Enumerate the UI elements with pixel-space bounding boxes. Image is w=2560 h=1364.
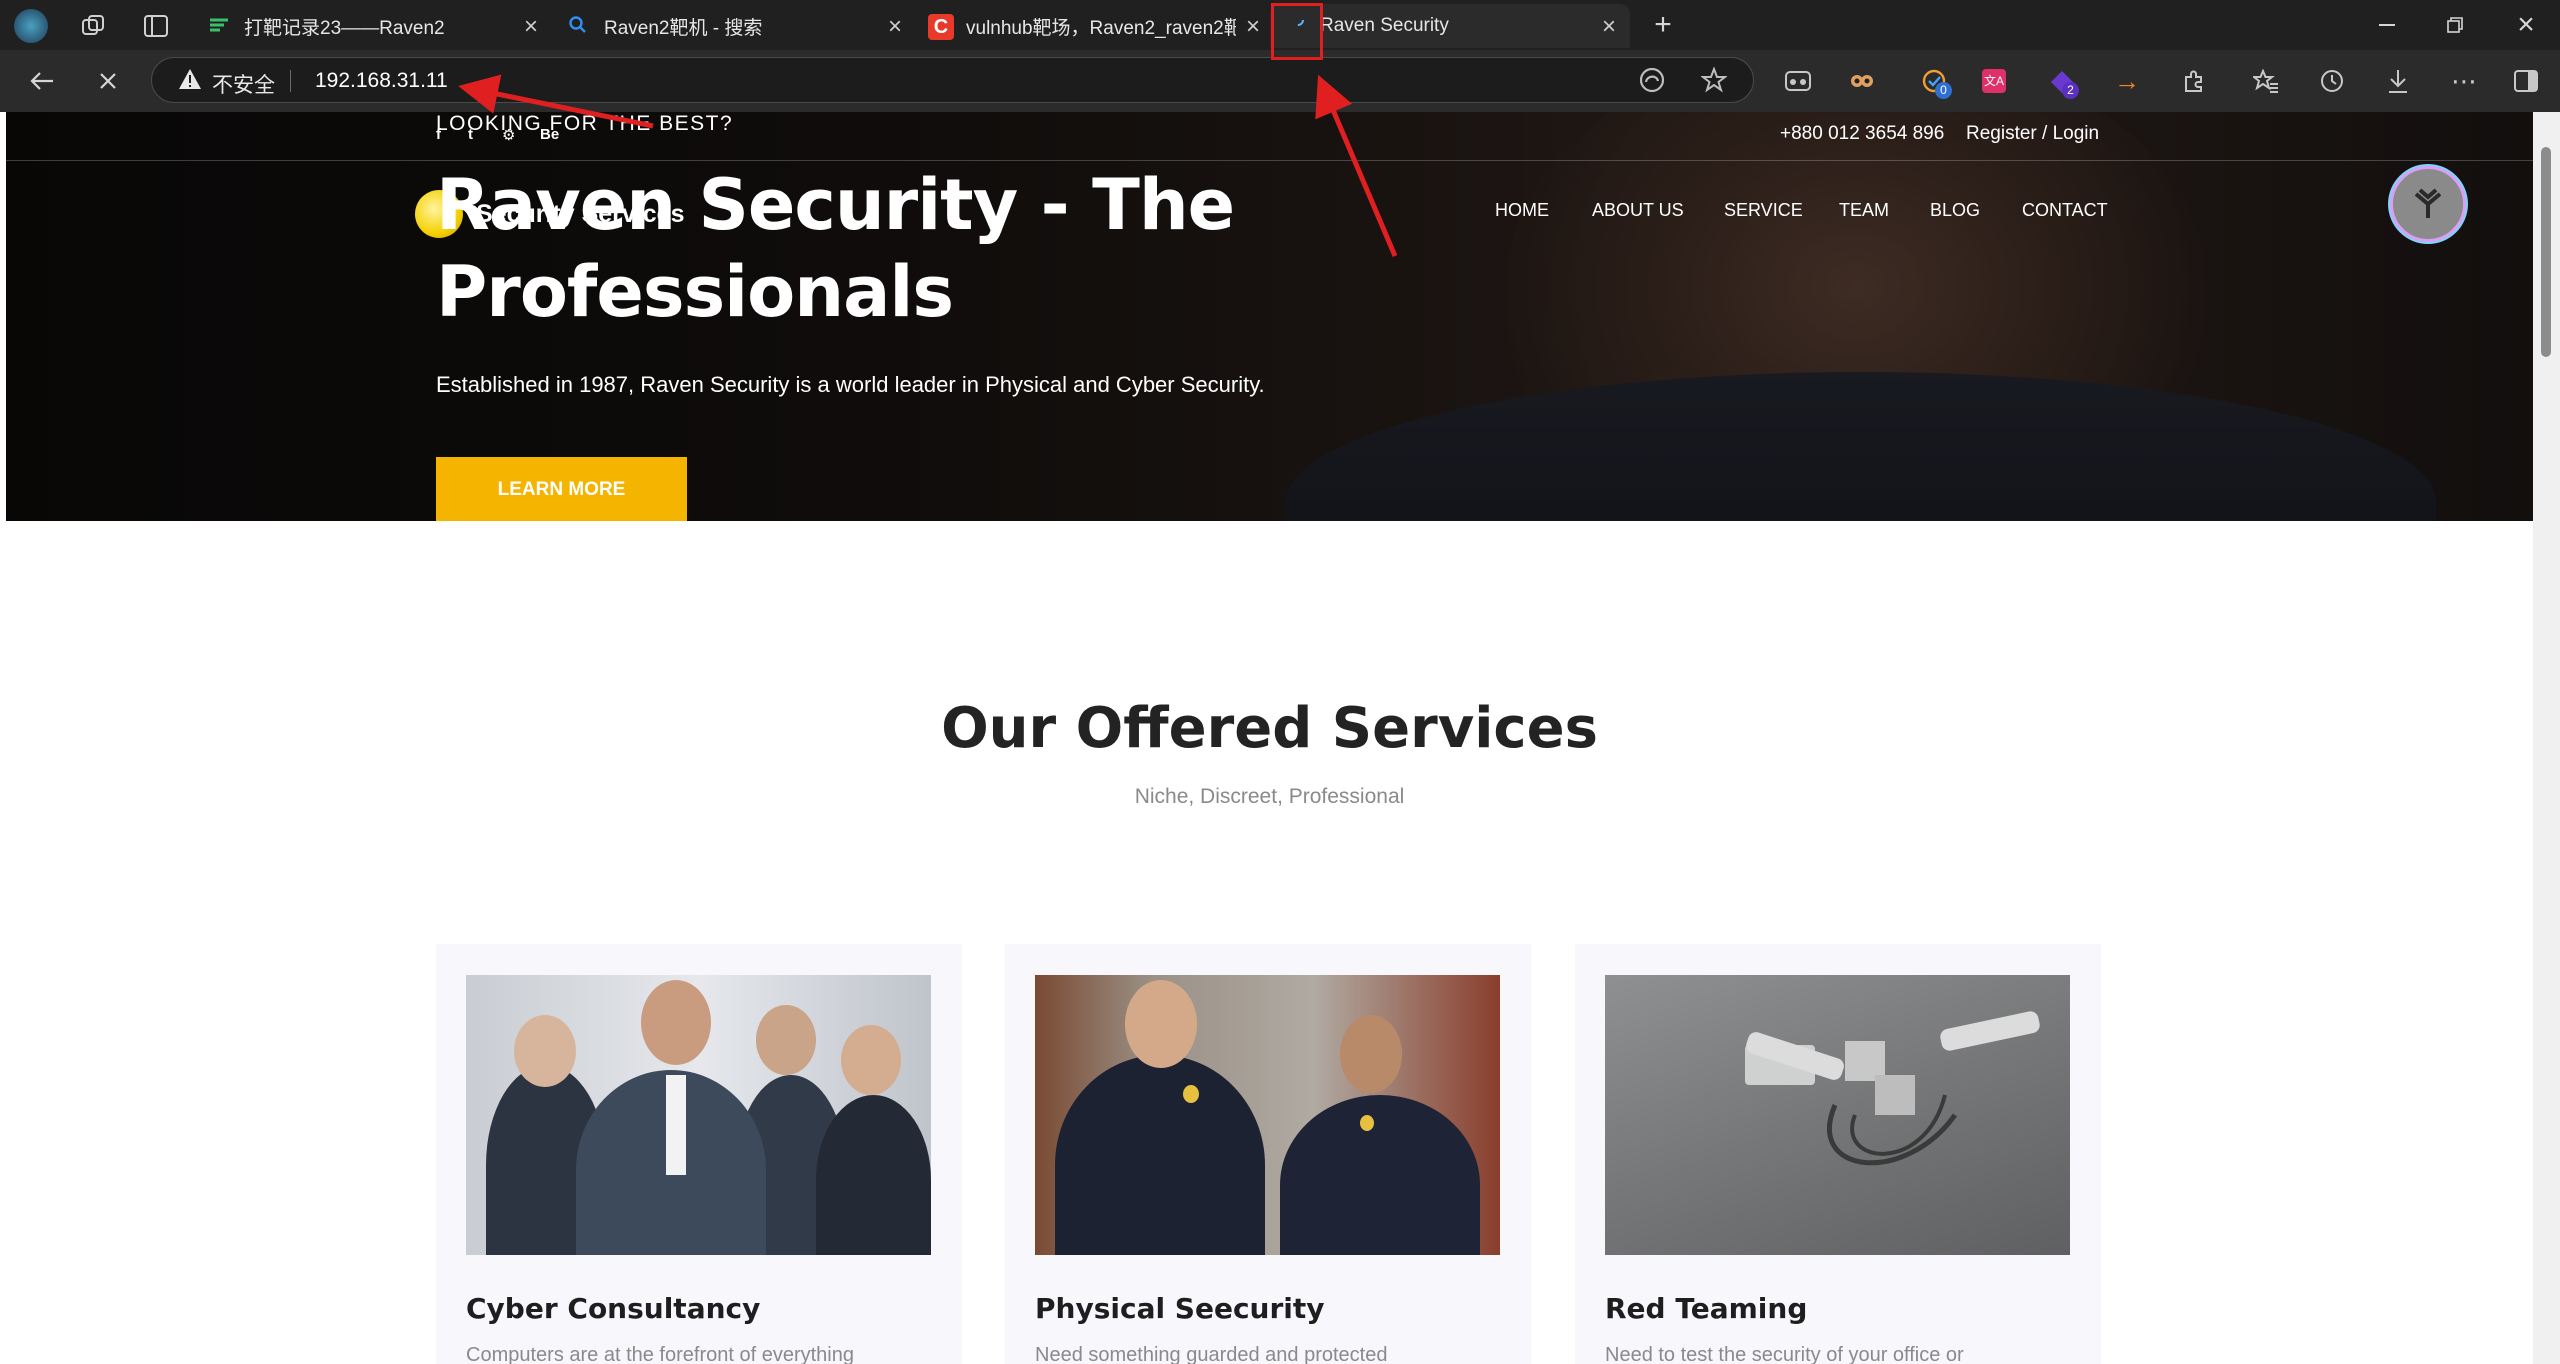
security-guards-photo (1035, 975, 1500, 1255)
search-favicon-icon (568, 15, 588, 41)
not-secure-label[interactable]: 不安全 (212, 69, 275, 99)
card-text: Computers are at the forefront of everyt… (466, 1344, 854, 1364)
cctv-cameras-photo (1605, 975, 2070, 1255)
tab-actions-icon[interactable] (141, 12, 171, 40)
facebook-icon[interactable]: f (436, 126, 441, 143)
close-tab-icon[interactable]: × (1602, 13, 1616, 41)
back-arrow-icon[interactable] (24, 63, 60, 99)
close-tab-icon[interactable]: × (524, 13, 538, 41)
behance-icon[interactable]: Be (540, 126, 559, 143)
extension-check-icon[interactable]: 0 (1917, 64, 1953, 100)
card-text: Need something guarded and protected (1035, 1344, 1388, 1364)
favorites-icon[interactable] (2251, 66, 2281, 96)
header-divider (6, 160, 2533, 161)
csdn-favicon-icon: C (928, 14, 954, 40)
extension-badge: 0 (1935, 82, 1952, 99)
reading-view-icon[interactable] (1783, 66, 1813, 96)
nav-contact[interactable]: CONTACT (2022, 200, 2108, 221)
card-text: Need to test the security of your office… (1605, 1344, 1964, 1364)
history-icon[interactable] (2317, 66, 2347, 96)
service-card[interactable]: Red Teaming Need to test the security of… (1575, 944, 2101, 1364)
nav-about-us[interactable]: ABOUT US (1592, 200, 1684, 221)
tab-raven2-search[interactable]: Raven2靶机 - 搜索 × (556, 4, 916, 48)
extension-badge: 2 (2062, 82, 2079, 99)
annotation-highlight-box (1271, 3, 1323, 60)
extension-gem-icon[interactable]: 2 (2044, 64, 2080, 100)
services-subtitle: Niche, Discreet, Professional (1134, 785, 1405, 808)
minimize-icon[interactable] (2372, 12, 2402, 38)
tab-label: Raven Security (1320, 15, 1449, 36)
tab-raven2-notes[interactable]: 打靶记录23——Raven2 × (196, 4, 552, 48)
nav-home[interactable]: HOME (1495, 200, 1549, 221)
extension-owl-icon[interactable] (1847, 66, 1877, 96)
nav-service[interactable]: SERVICE (1724, 200, 1803, 221)
tagline: LOOKING FOR THE BEST? (436, 112, 734, 135)
learn-more-button[interactable]: LEARN MORE (436, 457, 687, 521)
downloads-icon[interactable] (2383, 66, 2413, 96)
dribbble-icon[interactable]: ⚙ (502, 126, 515, 144)
notes-favicon-icon (208, 16, 230, 34)
card-title: Cyber Consultancy (466, 1292, 761, 1325)
workspaces-icon[interactable] (78, 12, 108, 40)
scrollbar-thumb[interactable] (2541, 147, 2551, 357)
hero-title: Raven Security - The Professionals (436, 164, 1235, 333)
assistant-float-button[interactable] (2390, 166, 2466, 242)
divider (290, 70, 291, 92)
tab-label: vulnhub靶场，Raven2_raven2靶机 (966, 17, 1236, 39)
restore-icon[interactable] (2440, 12, 2470, 38)
warning-icon[interactable] (178, 68, 202, 95)
close-window-icon[interactable]: × (2511, 8, 2541, 41)
tab-label: 打靶记录23——Raven2 (244, 17, 445, 39)
profile-avatar[interactable] (14, 9, 48, 43)
new-tab-plus-icon[interactable]: + (1648, 8, 1678, 41)
translate-icon[interactable]: 文A (1979, 66, 2009, 96)
web-page: LOOKING FOR THE BEST? f t ⚙ Be +880 012 … (6, 112, 2533, 1364)
register-login-link[interactable]: Register / Login (1966, 123, 2099, 145)
hero-description: Established in 1987, Raven Security is a… (436, 372, 1265, 397)
extensions-puzzle-icon[interactable] (2179, 66, 2209, 96)
services-title: Our Offered Services (941, 696, 1598, 761)
address-bar[interactable]: 不安全 192.168.31.11 (151, 57, 1754, 103)
business-team-photo (466, 975, 931, 1255)
page-scrollbar[interactable] (2533, 112, 2560, 1364)
hero-section: LOOKING FOR THE BEST? f t ⚙ Be +880 012 … (6, 112, 2533, 521)
card-title: Red Teaming (1605, 1292, 1808, 1325)
close-tab-icon[interactable]: × (1246, 13, 1260, 41)
service-card[interactable]: Cyber Consultancy Computers are at the f… (436, 944, 962, 1364)
close-tab-icon[interactable]: × (888, 13, 902, 41)
tab-vulnhub-raven2[interactable]: C vulnhub靶场，Raven2_raven2靶机 × (918, 4, 1268, 48)
url-text[interactable]: 192.168.31.11 (315, 69, 448, 93)
extension-arrow-icon[interactable]: → (2112, 66, 2142, 96)
stop-loading-icon[interactable] (90, 63, 126, 99)
nav-blog[interactable]: BLOG (1930, 200, 1980, 221)
edge-icon[interactable] (1639, 67, 1665, 98)
favorite-star-icon[interactable] (1700, 66, 1728, 98)
phone-number[interactable]: +880 012 3654 896 (1780, 123, 1944, 145)
nav-team[interactable]: TEAM (1839, 200, 1889, 221)
more-options-icon[interactable]: ⋯ (2449, 66, 2479, 96)
card-title: Physical Seecurity (1035, 1292, 1325, 1325)
service-card[interactable]: Physical Seecurity Need something guarde… (1005, 944, 1531, 1364)
twitter-icon[interactable]: t (468, 126, 473, 143)
sidebar-toggle-icon[interactable] (2511, 66, 2541, 96)
tab-label: Raven2靶机 - 搜索 (604, 17, 763, 39)
tab-raven-security[interactable]: Raven Security × (1270, 4, 1630, 48)
